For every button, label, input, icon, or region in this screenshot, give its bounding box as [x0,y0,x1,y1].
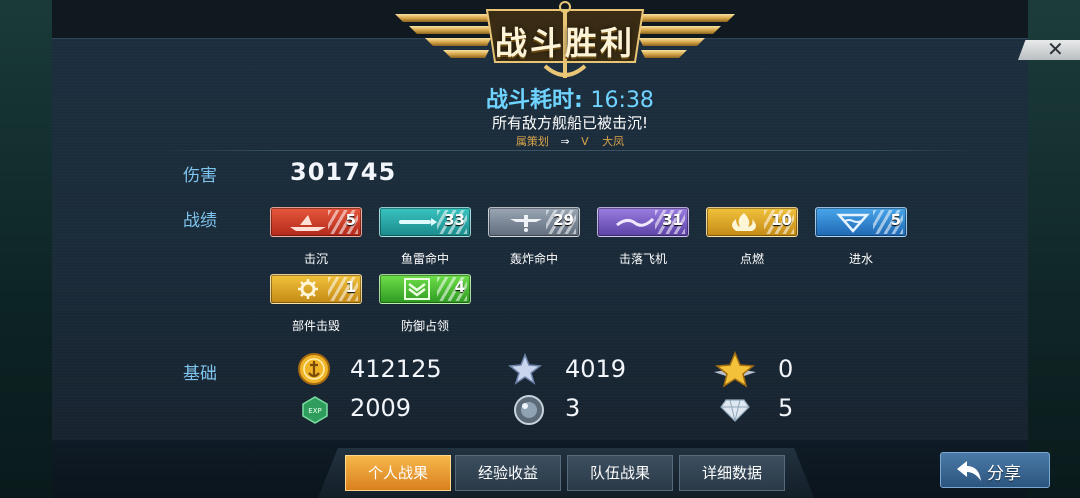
exp-icon: EXP [302,396,328,424]
medal-label: 轰炸命中 [509,252,558,266]
tab-team-result[interactable]: 队伍战果 [567,455,673,491]
medal-plane-shot[interactable]: 31 [597,207,689,237]
background-left [0,0,52,498]
silver-star-icon [508,352,542,385]
medal-count: 1 [345,278,356,296]
medal-label: 击沉 [303,252,328,266]
background-right [1028,0,1080,498]
medal-label: 进水 [848,252,873,266]
sub-info-mid: V [581,135,589,148]
medal-label: 击落飞机 [618,252,667,266]
medal-count: 29 [553,211,574,229]
fire-icon [732,213,756,231]
medal-count: 10 [771,211,792,229]
medal-label: 鱼雷命中 [400,252,449,266]
victory-emblem: 战斗胜利 [395,0,735,82]
diamond-icon [720,399,750,422]
medal-count: 31 [662,211,683,229]
water-icon [836,213,870,233]
orb-value: 3 [565,394,581,422]
silver-star-value: 4019 [565,355,627,383]
plane-shot-icon [616,217,655,227]
medal-bomb[interactable]: 29 [488,207,580,237]
medal-label: 点燃 [739,252,764,266]
victory-title: 战斗胜利 [494,24,635,62]
gold-star-value: 0 [778,355,794,383]
sub-info-left: 属策划 [515,135,549,148]
sub-info: 属策划 ⇒ V 大凤 [430,133,710,149]
medal-count: 5 [890,211,901,229]
medal-defense[interactable]: 4 [379,274,471,304]
damage-label: 伤害 [183,166,217,186]
gold-coin-icon [298,353,330,385]
base-label: 基础 [183,364,217,384]
chevron-defense-icon [404,278,430,300]
share-button[interactable]: 分享 [940,452,1050,488]
battle-time: 战斗耗时: 16:38 [430,82,710,114]
medal-sunk[interactable]: 5 [270,207,362,237]
torpedo-icon [399,218,437,226]
gold-value: 412125 [350,355,442,383]
medal-count: 33 [444,211,465,229]
battle-time-label: 战斗耗时: [486,88,583,113]
svg-text:EXP: EXP [308,407,321,415]
medal-label: 防御占领 [400,319,449,333]
share-arrow-icon [957,461,981,481]
medal-torpedo[interactable]: 33 [379,207,471,237]
gold-star-icon [714,351,756,388]
result-message: 所有敌方舰船已被击沉! [491,114,648,132]
medal-fire[interactable]: 10 [706,207,798,237]
medal-count: 5 [345,211,356,229]
diamond-value: 5 [778,394,794,422]
ship-sunk-icon [290,215,326,231]
bomb-plane-icon [510,215,542,232]
medal-flood[interactable]: 5 [815,207,907,237]
record-label: 战绩 [183,211,217,231]
exp-value: 2009 [350,394,412,422]
close-icon[interactable]: ✕ [1047,39,1064,59]
share-label: 分享 [987,464,1021,484]
damage-value: 301745 [290,158,397,186]
tab-detail-data[interactable]: 详细数据 [679,455,785,491]
medal-label: 部件击毁 [291,319,340,333]
orb-icon [514,395,544,425]
tab-personal-result[interactable]: 个人战果 [345,455,451,491]
divider [160,150,980,151]
gear-icon [298,279,318,299]
medal-component[interactable]: 1 [270,274,362,304]
battle-time-value: 16:38 [590,88,654,113]
medal-count: 4 [454,278,465,296]
tab-exp-gain[interactable]: 经验收益 [455,455,561,491]
arrow-icon: ⇒ [560,135,570,148]
sub-info-right: 大凤 [602,135,625,148]
